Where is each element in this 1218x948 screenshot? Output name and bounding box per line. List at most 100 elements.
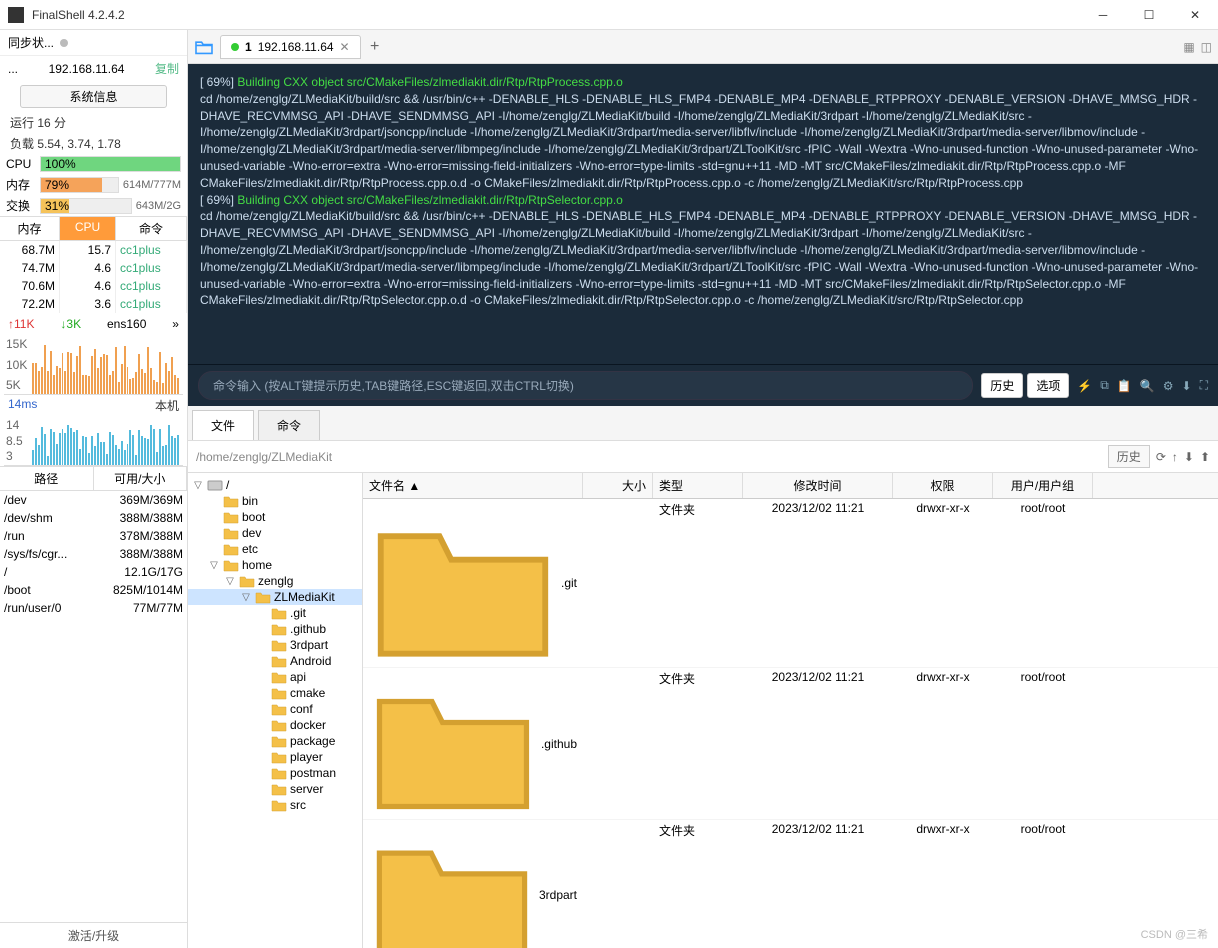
gear-icon[interactable]: ⚙ [1163,379,1174,393]
minimize-button[interactable]: ─ [1080,0,1126,30]
session-tab[interactable]: 1 192.168.11.64 ✕ [220,35,361,59]
disk-hdr-size[interactable]: 可用/大小 [94,467,188,490]
tree-node[interactable]: dev [188,525,362,541]
disk-row[interactable]: /sys/fs/cgr...388M/388M [0,545,187,563]
command-tab[interactable]: 命令 [258,410,320,440]
tab-close-icon[interactable]: ✕ [340,40,350,54]
disk-header: 路径 可用/大小 [0,466,187,491]
grid-view-icon[interactable]: ▦ [1183,40,1194,54]
disk-row[interactable]: /12.1G/17G [0,563,187,581]
copy-icon[interactable]: ⧉ [1100,378,1109,393]
sync-status-row: 同步状... [0,30,187,56]
disk-row[interactable]: /run378M/388M [0,527,187,545]
hdr-size[interactable]: 大小 [583,473,653,498]
tree-node[interactable]: api [188,669,362,685]
cpu-meter: CPU 100% [0,154,187,174]
download-icon[interactable]: ⬇ [1182,379,1192,393]
file-row[interactable]: .git文件夹2023/12/02 11:21drwxr-xr-xroot/ro… [363,499,1218,668]
hdr-perm[interactable]: 权限 [893,473,993,498]
process-row[interactable]: 72.2M3.6cc1plus [0,295,187,313]
system-info-button[interactable]: 系统信息 [20,85,167,108]
close-button[interactable]: ✕ [1172,0,1218,30]
mem-right: 614M/777M [123,179,181,191]
tree-node[interactable]: 3rdpart [188,637,362,653]
host-prefix: ... [8,62,18,76]
tree-node[interactable]: ▽zenglg [188,573,362,589]
history-button[interactable]: 历史 [981,373,1023,398]
app-icon [8,7,24,23]
net-chart: 15K10K5K [4,335,183,395]
refresh-icon[interactable]: ⟳ [1156,450,1166,464]
download-file-icon[interactable]: ⬇ [1184,450,1194,464]
host-ip: 192.168.11.64 [49,62,125,76]
current-path[interactable]: /home/zenglg/ZLMediaKit [196,450,1100,464]
process-row[interactable]: 70.6M4.6cc1plus [0,277,187,295]
tab-bar: 1 192.168.11.64 ✕ + ▦ ◫ [188,30,1218,64]
file-tree[interactable]: ▽/binbootdevetc▽home▽zenglg▽ZLMediaKit.g… [188,473,363,948]
options-button[interactable]: 选项 [1027,373,1069,398]
upload-file-icon[interactable]: ⬆ [1200,450,1210,464]
command-input[interactable]: 命令输入 (按ALT键提示历史,TAB键路径,ESC键返回,双击CTRL切换) [198,371,973,400]
tree-node[interactable]: Android [188,653,362,669]
tree-node[interactable]: ▽home [188,557,362,573]
tree-node[interactable]: player [188,749,362,765]
tree-node[interactable]: bin [188,493,362,509]
path-history-button[interactable]: 历史 [1108,445,1150,468]
tree-node[interactable]: etc [188,541,362,557]
search-icon[interactable]: 🔍 [1140,379,1155,393]
fullscreen-icon[interactable]: ⛶ [1200,378,1208,393]
process-row[interactable]: 68.7M15.7cc1plus [0,241,187,259]
copy-link[interactable]: 复制 [155,60,179,77]
tree-node[interactable]: server [188,781,362,797]
tree-node[interactable]: docker [188,717,362,733]
hdr-type[interactable]: 类型 [653,473,743,498]
file-tab[interactable]: 文件 [192,410,254,440]
proc-hdr-mem[interactable]: 内存 [0,217,60,240]
disk-row[interactable]: /run/user/077M/77M [0,599,187,617]
bolt-icon[interactable]: ⚡ [1077,379,1092,393]
tree-node[interactable]: ▽ZLMediaKit [188,589,362,605]
tree-node[interactable]: conf [188,701,362,717]
file-list[interactable]: 文件名 ▲ 大小 类型 修改时间 权限 用户/用户组 .git文件夹2023/1… [363,473,1218,948]
disk-row[interactable]: /dev369M/369M [0,491,187,509]
command-bar: 命令输入 (按ALT键提示历史,TAB键路径,ESC键返回,双击CTRL切换) … [188,364,1218,406]
ping-row: 14ms 本机 [0,395,187,416]
process-header: 内存 CPU 命令 [0,216,187,241]
split-view-icon[interactable]: ◫ [1201,40,1212,54]
tab-label: 192.168.11.64 [258,40,334,54]
file-row[interactable]: .github文件夹2023/12/02 11:21drwxr-xr-xroot… [363,668,1218,820]
tree-node[interactable]: src [188,797,362,813]
add-tab-button[interactable]: + [367,39,383,55]
tree-node[interactable]: .github [188,621,362,637]
tree-node[interactable]: cmake [188,685,362,701]
cpu-label: CPU [6,157,36,171]
file-row[interactable]: 3rdpart文件夹2023/12/02 11:21drwxr-xr-xroot… [363,820,1218,948]
tree-node[interactable]: package [188,733,362,749]
ping-ms: 14ms [8,397,37,414]
disk-row[interactable]: /dev/shm388M/388M [0,509,187,527]
terminal-output[interactable]: [ 69%] Building CXX object src/CMakeFile… [188,64,1218,364]
tree-node[interactable]: ▽/ [188,477,362,493]
maximize-button[interactable]: ☐ [1126,0,1172,30]
file-tabs: 文件 命令 [188,406,1218,441]
open-folder-icon[interactable] [194,39,214,55]
path-bar: /home/zenglg/ZLMediaKit 历史 ⟳ ↑ ⬇ ⬆ [188,441,1218,473]
file-list-header: 文件名 ▲ 大小 类型 修改时间 权限 用户/用户组 [363,473,1218,499]
disk-hdr-path[interactable]: 路径 [0,467,94,490]
paste-icon[interactable]: 📋 [1117,379,1132,393]
process-row[interactable]: 74.7M4.6cc1plus [0,259,187,277]
hdr-date[interactable]: 修改时间 [743,473,893,498]
connected-dot-icon [231,43,239,51]
up-icon[interactable]: ↑ [1172,450,1178,464]
hdr-user[interactable]: 用户/用户组 [993,473,1093,498]
proc-hdr-cpu[interactable]: CPU [60,217,116,240]
tree-node[interactable]: .git [188,605,362,621]
hdr-name[interactable]: 文件名 ▲ [363,473,583,498]
tree-node[interactable]: postman [188,765,362,781]
window-title: FinalShell 4.2.4.2 [32,8,1080,22]
net-expand-icon[interactable]: » [172,317,179,331]
activate-button[interactable]: 激活/升级 [0,922,187,948]
disk-row[interactable]: /boot825M/1014M [0,581,187,599]
tree-node[interactable]: boot [188,509,362,525]
proc-hdr-cmd[interactable]: 命令 [116,217,187,240]
